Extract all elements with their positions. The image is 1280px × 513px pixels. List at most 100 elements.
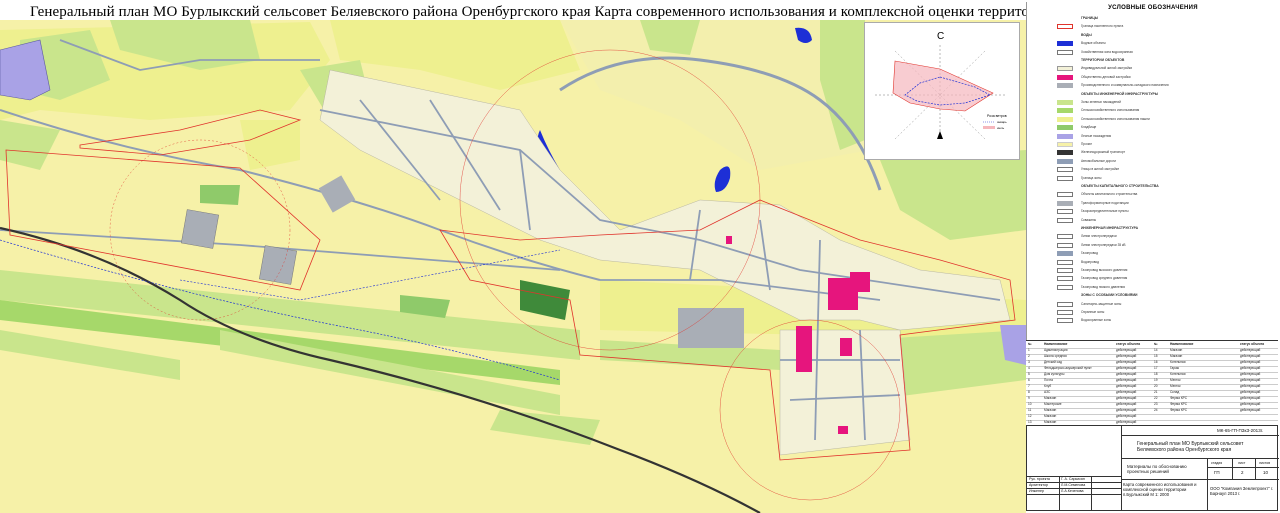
legend-swatch (1057, 259, 1073, 265)
legend-swatch (1057, 108, 1073, 114)
legend-swatch (1057, 83, 1073, 89)
legend-swatch (1057, 167, 1073, 173)
table-cell: 7 (1028, 384, 1030, 388)
table-cell: 12 (1028, 414, 1032, 418)
legend-swatch (1057, 251, 1073, 257)
table-cell: 23 (1154, 402, 1158, 406)
legend-swatch (1057, 217, 1073, 223)
legend-swatch (1057, 100, 1073, 105)
legend-item: Сельскохозяйственного использования пашн… (1027, 116, 1279, 123)
legend-swatch (1057, 49, 1073, 55)
legend-swatch (1057, 301, 1073, 307)
table-cell: действующий (1240, 366, 1261, 370)
legend-item: Граница зоны (1027, 175, 1279, 182)
legend-label: ИНЖЕНЕРНАЯ ИНФРАСТРУКТУРА (1081, 226, 1139, 230)
industrial-area (181, 209, 219, 249)
stamp-stage-label: стадия (1211, 461, 1223, 465)
legend-swatch (1057, 150, 1073, 156)
table-cell: Ферма КРС (1170, 408, 1188, 412)
legend-swatch (1057, 41, 1073, 47)
stamp-role: Рук. проекта (1029, 477, 1050, 481)
legend-item: Водные объекты (1027, 41, 1279, 47)
legend-label: Объекты капитального строительства (1081, 192, 1138, 197)
table-cell: 16 (1154, 360, 1158, 364)
table-cell: действующий (1240, 390, 1261, 394)
table-cell: 19 (1154, 378, 1158, 382)
table-cell: Магазин (1044, 414, 1057, 418)
stamp-code: МК-65-ГП-ПЗкЗ-2013г. (1217, 428, 1264, 433)
legend-item: Лесные насаждения (1027, 133, 1279, 140)
legend-swatch (1057, 116, 1073, 122)
legend-label: Улицы в жилой застройке (1081, 167, 1120, 172)
legend-item: Общественно-деловой застройки (1027, 74, 1279, 81)
legend-label: Сельскохозяйственного использования пашн… (1081, 116, 1150, 121)
legend-item: Кладбище (1027, 125, 1279, 131)
table-cell: действующий (1116, 354, 1137, 358)
legend-label: Граница зоны (1081, 175, 1102, 180)
stamp-name: Л.М.Семенова (1061, 483, 1086, 487)
legend-label: ВОДЫ (1081, 32, 1092, 37)
wind-rose-legend-item: июль (997, 126, 1005, 130)
legend-item: Газопровод низкого давления (1027, 284, 1279, 291)
stamp-role: Инженер (1029, 489, 1044, 493)
legend-swatch (1057, 66, 1073, 72)
legend-item: Автомобильные дороги (1027, 158, 1279, 165)
legend-item: Объекты капитального строительства (1027, 192, 1279, 198)
legend-label: ГРАНИЦЫ (1081, 16, 1099, 20)
legend-swatch (1057, 200, 1073, 206)
stamp-sheet-title: Карта современного использования и компл… (1123, 482, 1197, 497)
legend-label: Хозяйственная зона водоохранная (1081, 49, 1133, 54)
table-cell: действующий (1240, 384, 1261, 388)
legend-item: Улицы в жилой застройке (1027, 167, 1279, 173)
table-cell: 3 (1028, 360, 1030, 364)
table-cell: действующий (1240, 396, 1261, 400)
wind-rose-legend-item: январь (997, 120, 1007, 124)
legend-item: Хозяйственная зона водоохранная (1027, 49, 1279, 56)
table-cell: действующий (1116, 348, 1137, 352)
table-cell: Котельная (1170, 372, 1186, 376)
wind-rose-north-label: С (937, 31, 944, 42)
legend-label: Кладбище (1081, 125, 1097, 130)
legend-item: ТЕРРИТОРИИ ОБЪЕКТОВ (1027, 58, 1279, 64)
legend-title: УСЛОВНЫЕ ОБОЗНАЧЕНИЯ (1108, 5, 1198, 11)
legend-label: Охранные зоны (1081, 310, 1105, 314)
legend-label: Производственного и коммунально-складско… (1081, 83, 1169, 88)
table-cell: действующий (1240, 408, 1261, 412)
table-cell: 6 (1028, 378, 1030, 382)
table-cell: действующий (1116, 378, 1137, 382)
legend-swatch (1057, 318, 1073, 324)
legend-label: Железнодорожный транспорт (1081, 150, 1126, 155)
table-cell: Наименование (1170, 342, 1194, 346)
legend-item: Граница населенного пункта (1027, 24, 1279, 30)
table-cell: 21 (1154, 390, 1158, 394)
table-cell: Фельдшерско-акушерский пункт (1044, 366, 1092, 370)
table-cell: Школа средняя (1044, 354, 1067, 358)
table-cell: действующий (1240, 372, 1261, 376)
stamp-company: ООО "Компания Землепроект" г. Барнаул 20… (1210, 486, 1274, 496)
stamp-sheet-label: лист (1238, 461, 1246, 465)
industrial-area (259, 245, 297, 285)
legend-item: Скважины (1027, 217, 1279, 224)
public-building (850, 272, 870, 292)
legend-label: Линии электропередачи (1081, 234, 1117, 239)
legend-swatch (1057, 142, 1073, 147)
table-cell: действующий (1116, 360, 1137, 364)
table-cell: действующий (1116, 414, 1137, 418)
stamp-stage: ГП (1214, 470, 1220, 475)
table-cell: Котельная (1170, 360, 1186, 364)
table-cell: 20 (1154, 384, 1158, 388)
legend-label: Индивидуальной жилой застройки (1081, 66, 1133, 71)
table-cell: действующий (1116, 402, 1137, 406)
legend-label: Зоны зеленых насаждений (1081, 100, 1121, 104)
table-cell: Клуб (1044, 384, 1052, 388)
legend-item: ГРАНИЦЫ (1027, 16, 1279, 22)
legend-swatch (1057, 158, 1073, 164)
legend-item: ОБЪЕКТЫ КАПИТАЛЬНОГО СТРОИТЕЛЬСТВА (1027, 184, 1279, 190)
legend-label: Газопровод среднего давления (1081, 276, 1128, 281)
legend-item: Водоохранные зоны (1027, 318, 1279, 324)
table-cell: Магазин (1170, 354, 1183, 358)
map-legend: УСЛОВНЫЕ ОБОЗНАЧЕНИЯ ГРАНИЦЫ Граница насе… (1026, 2, 1279, 340)
legend-label: Автомобильные дороги (1081, 158, 1116, 163)
map-title: Генеральный план МО Бурлыкский сельсовет… (30, 4, 1215, 20)
table-cell: статус объекта (1116, 342, 1140, 346)
